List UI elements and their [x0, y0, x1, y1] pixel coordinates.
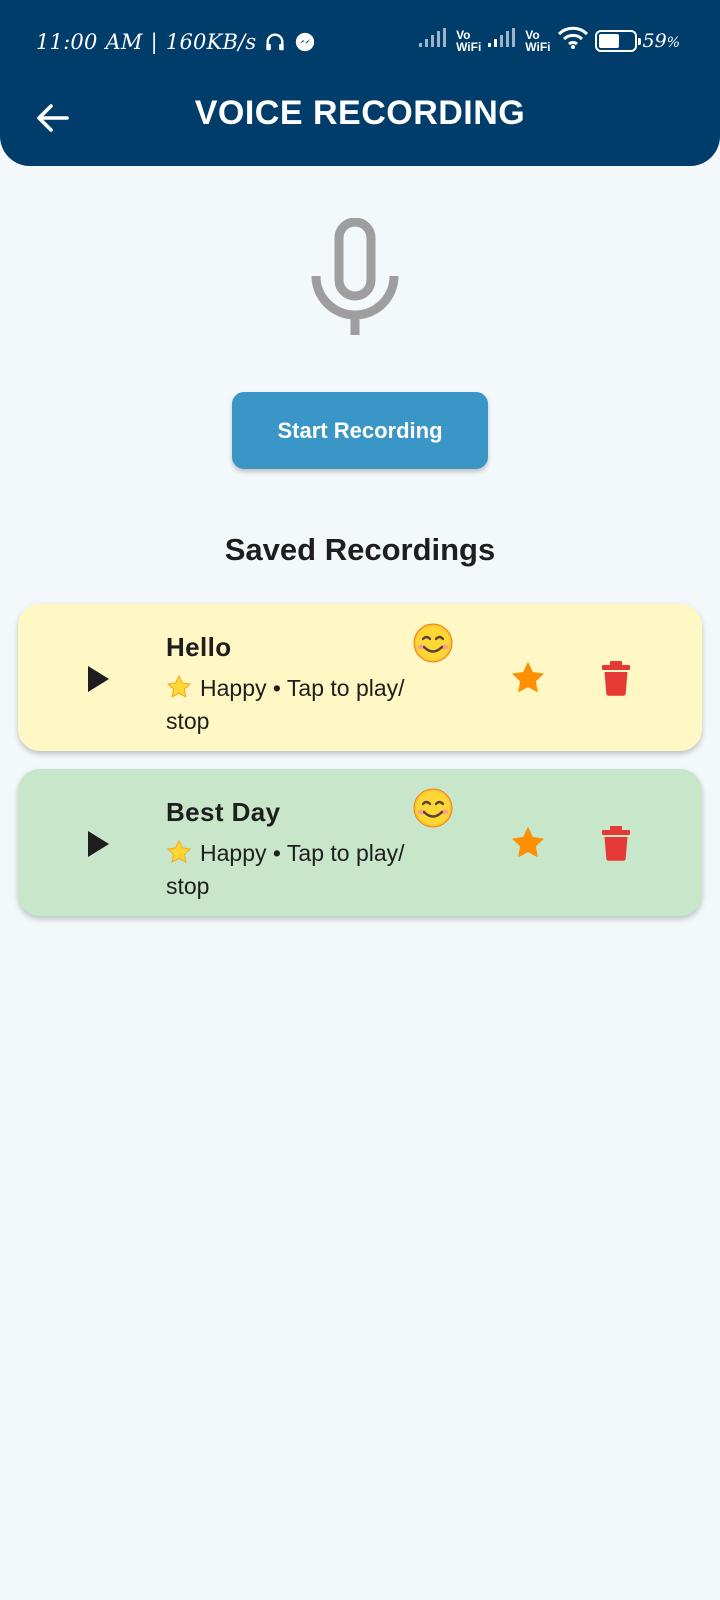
signal-icon	[487, 27, 519, 55]
delete-button[interactable]	[594, 656, 638, 700]
start-recording-button[interactable]: Start Recording	[232, 392, 488, 469]
recording-card[interactable]: Hello Happy • Tap to play/ stop	[18, 604, 702, 751]
battery-fill	[598, 34, 619, 48]
status-right: Vo WiFi Vo WiFi 59%	[418, 26, 680, 56]
star-icon	[512, 826, 544, 858]
trash-icon	[602, 826, 630, 861]
play-icon	[88, 831, 109, 857]
status-left: 11:00 AM | 160KB/s	[36, 30, 316, 54]
microphone-icon	[310, 217, 400, 338]
vowifi-badge-1: Vo WiFi	[456, 28, 482, 54]
saved-recordings-title: Saved Recordings	[224, 532, 496, 567]
status-bar: 11:00 AM | 160KB/s Vo WiFi Vo WiFi 59%	[0, 0, 720, 86]
recording-title: Best Day	[166, 797, 281, 827]
recordings-list: Hello Happy • Tap to play/ stop Best Day…	[18, 604, 702, 934]
battery-percent: 59%	[642, 30, 681, 52]
star-emoji-icon	[166, 674, 192, 700]
star-emoji-icon	[166, 839, 192, 865]
vowifi-badge-2: Vo WiFi	[525, 28, 551, 54]
status-divider: |	[150, 30, 158, 54]
play-icon	[88, 666, 109, 692]
favorite-button[interactable]	[506, 656, 550, 700]
smiling-face-icon	[412, 787, 454, 829]
recording-card[interactable]: Best Day Happy • Tap to play/ stop	[18, 769, 702, 916]
messenger-icon	[294, 31, 316, 53]
app-bar: VOICE RECORDING	[0, 86, 720, 148]
signal-icon	[418, 27, 450, 55]
star-icon	[512, 661, 544, 693]
favorite-button[interactable]	[506, 821, 550, 865]
battery-icon	[594, 30, 641, 52]
page-title: VOICE RECORDING	[194, 94, 526, 132]
recording-meta: Happy • Tap to play/ stop	[166, 675, 405, 734]
play-button[interactable]	[78, 659, 118, 699]
delete-button[interactable]	[594, 821, 638, 865]
status-ampm: AM	[105, 30, 143, 54]
wifi-icon	[557, 26, 589, 56]
recording-meta: Happy • Tap to play/ stop	[166, 840, 405, 899]
trash-icon	[602, 661, 630, 696]
status-time: 11:00	[36, 30, 98, 54]
recording-subtitle: Happy • Tap to play/ stop	[166, 837, 446, 903]
headphones-icon	[264, 31, 286, 53]
status-speed: 160KB/s	[165, 30, 257, 54]
recording-subtitle: Happy • Tap to play/ stop	[166, 672, 446, 738]
recording-title: Hello	[166, 632, 232, 662]
top-app-bar: 11:00 AM | 160KB/s Vo WiFi Vo WiFi 59% V…	[0, 0, 720, 166]
voice-recording-screen: 11:00 AM | 160KB/s Vo WiFi Vo WiFi 59% V…	[0, 0, 720, 1600]
play-button[interactable]	[78, 824, 118, 864]
smiling-face-icon	[412, 622, 454, 664]
